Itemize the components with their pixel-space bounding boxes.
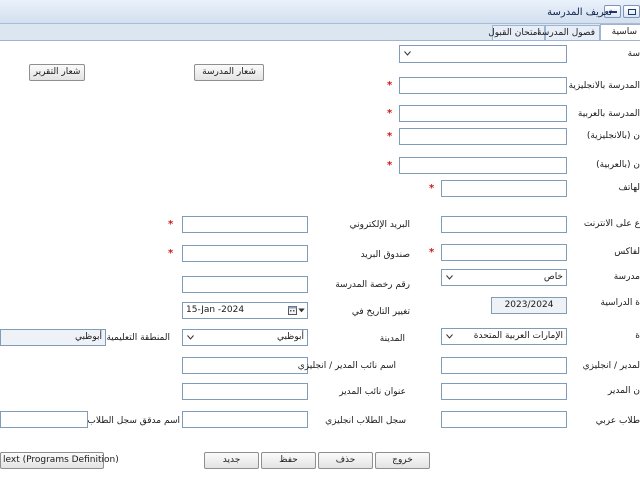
phone-label: لهاتف (618, 183, 640, 193)
country-dropdown[interactable]: الإمارات العربية المتحدة (441, 328, 567, 345)
vice-principal-en-input[interactable] (182, 357, 308, 374)
phone-input[interactable] (441, 180, 567, 197)
chevron-down-icon (404, 51, 411, 56)
next-programs-button[interactable]: lext (Programs Definition) (0, 452, 119, 469)
report-logo-button[interactable]: شعار التقرير (29, 64, 85, 81)
chevron-down-icon (187, 335, 194, 340)
country-value: الإمارات العربية المتحدة (473, 331, 563, 341)
school-name-ar-label: المدرسة بالعربية (577, 109, 640, 119)
required-mark: * (168, 219, 174, 230)
school-logo-button[interactable]: شعار المدرسة (194, 64, 264, 81)
change-date-picker[interactable]: 15-Jan -2024 (182, 302, 308, 319)
edu-zone-label: المنطقة التعليمية (106, 333, 170, 343)
po-box-label: صندوق البريد (360, 250, 410, 260)
required-mark: * (429, 247, 435, 258)
principal-title-input[interactable] (441, 383, 567, 400)
students-ar-input[interactable] (441, 411, 567, 428)
chevron-down-icon (446, 275, 453, 280)
city-label-text: المدينة (379, 334, 405, 344)
required-mark: * (168, 248, 174, 259)
ownership-value: خاص (543, 272, 563, 282)
school-name-ar-input[interactable] (399, 105, 567, 122)
chevron-down-icon (298, 308, 305, 313)
academic-year-label: ة الدراسية (600, 298, 640, 308)
vice-principal-title-label: عنوان نائب المدير (339, 387, 406, 397)
required-mark: * (387, 80, 393, 91)
vice-principal-title-input[interactable] (182, 383, 308, 400)
restore-icon (628, 9, 636, 15)
ownership-dropdown[interactable]: خاص (441, 269, 567, 286)
principal-title-label: ن المدير (607, 386, 640, 396)
edu-zone-field: أبوظبي (0, 329, 106, 346)
license-number-label: رقم رخصة المدرسة (335, 280, 410, 290)
academic-year-field: 2023/2024 (491, 297, 567, 314)
school-type-label: سة (627, 49, 640, 59)
required-mark: * (387, 160, 393, 171)
website-input[interactable] (441, 216, 567, 233)
po-box-input[interactable] (182, 245, 308, 262)
save-button[interactable]: حفظ (261, 452, 316, 469)
delete-button[interactable]: حذف (318, 452, 373, 469)
tab-school-classes[interactable]: فصول المدرسة (537, 25, 600, 40)
title-bar: تعريف المدرسة (0, 0, 640, 24)
fax-label: لفاكس (614, 247, 640, 257)
tab-basic-info[interactable]: ساسية (600, 24, 640, 40)
country-label: ة (635, 331, 640, 341)
school-name-en-input[interactable] (399, 77, 567, 94)
required-mark: * (429, 183, 435, 194)
required-mark: * (387, 131, 393, 142)
tab-strip: امتحان القبول فصول المدرسة ساسية (0, 24, 640, 40)
city-value: أبوظبي (276, 332, 304, 342)
window-title: تعريف المدرسة (547, 7, 612, 18)
calendar-icon (288, 306, 297, 315)
email-label: البريد الإلكتروني (349, 220, 410, 230)
students-en-input[interactable] (182, 411, 308, 428)
principal-en-input[interactable] (441, 357, 567, 374)
ownership-label: مدرسة (613, 272, 640, 282)
restore-button[interactable] (623, 5, 640, 18)
school-type-dropdown[interactable] (399, 45, 567, 63)
change-date-label: تغيير التاريخ في (351, 307, 410, 317)
license-number-input[interactable] (182, 276, 308, 293)
address-en-label: ن (بالانجليزية) (586, 131, 640, 141)
auditor-label: اسم مدقق سجل الطلاب (87, 416, 180, 426)
chevron-down-icon (446, 334, 453, 339)
fax-input[interactable] (441, 244, 567, 261)
city-dropdown[interactable]: أبوظبي (182, 329, 308, 346)
principal-en-label: لمدير / انجليزي (582, 361, 640, 371)
change-date-value: 15-Jan -2024 (186, 305, 245, 315)
students-ar-label: طلاب عربي (595, 416, 640, 426)
school-name-en-label: المدرسة بالانجليزية (568, 81, 640, 91)
address-ar-input[interactable] (399, 157, 567, 174)
website-label: ع على الانترنت (583, 219, 640, 229)
vice-principal-en-label: اسم نائب المدير / انجليزي (297, 361, 396, 371)
students-en-label: سجل الطلاب انجليزي (325, 416, 406, 426)
address-en-input[interactable] (399, 128, 567, 145)
auditor-input[interactable] (0, 411, 88, 428)
new-button[interactable]: جديد (204, 452, 259, 469)
email-input[interactable] (182, 216, 308, 233)
required-mark: * (387, 108, 393, 119)
exit-button[interactable]: خروج (375, 452, 430, 469)
address-ar-label: ن (بالعربية) (596, 160, 640, 170)
